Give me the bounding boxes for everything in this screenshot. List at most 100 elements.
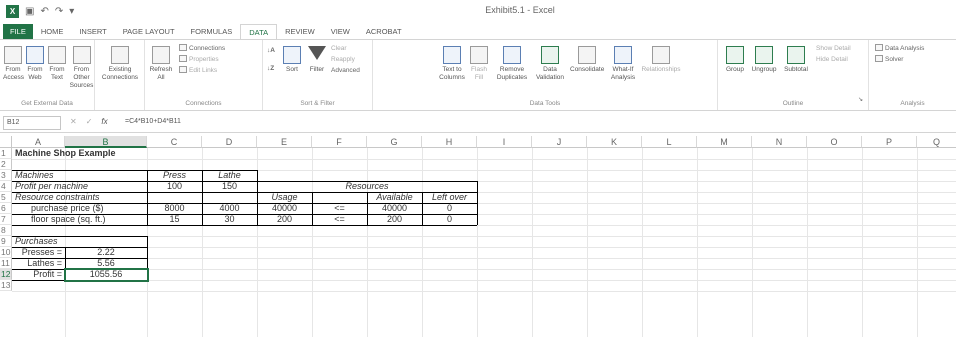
cell-h5[interactable]: Left over	[422, 192, 477, 203]
cell-b10[interactable]: 2.22	[65, 247, 147, 258]
tab-view[interactable]: VIEW	[323, 24, 358, 40]
tab-formulas[interactable]: FORMULAS	[183, 24, 241, 40]
cell-a6[interactable]: purchase price ($)	[31, 203, 104, 214]
hide-detail-button[interactable]: Hide Detail	[816, 55, 848, 64]
advanced-button[interactable]: Advanced	[331, 66, 360, 75]
worksheet-grid[interactable]: A B C D E F G H I J K L M N O P Q 1 2 3 …	[0, 136, 956, 337]
filter-button[interactable]: Filter	[306, 46, 328, 74]
column-header-p[interactable]: P	[862, 136, 917, 148]
sort-button[interactable]: Sort	[281, 46, 303, 74]
connections-button[interactable]: Connections	[179, 44, 225, 53]
tab-home[interactable]: HOME	[33, 24, 72, 40]
column-header-m[interactable]: M	[697, 136, 752, 148]
tab-insert[interactable]: INSERT	[71, 24, 114, 40]
row-header-5[interactable]: 5	[0, 192, 12, 203]
cell-f4[interactable]: Resources	[312, 181, 422, 192]
from-web-button[interactable]: From Web	[25, 46, 45, 82]
relationships-button[interactable]: Relationships	[641, 46, 681, 74]
sort-az-icon[interactable]: ↓A	[267, 46, 275, 55]
cell-a7[interactable]: floor space (sq. ft.)	[31, 214, 106, 225]
cell-a10[interactable]: Presses =	[12, 247, 65, 258]
row-header-1[interactable]: 1	[0, 148, 12, 159]
remove-duplicates-button[interactable]: Remove Duplicates	[493, 46, 531, 82]
ungroup-button[interactable]: Ungroup	[749, 46, 779, 74]
row-header-12[interactable]: 12	[0, 269, 12, 280]
save-icon[interactable]: ▣	[25, 6, 34, 17]
data-validation-button[interactable]: Data Validation	[533, 46, 567, 82]
row-header-9[interactable]: 9	[0, 236, 12, 247]
from-other-sources-button[interactable]: From Other Sources	[68, 46, 95, 90]
select-all-corner[interactable]	[0, 136, 12, 148]
column-header-j[interactable]: J	[532, 136, 587, 148]
redo-icon[interactable]: ↷	[55, 6, 63, 17]
cell-d7[interactable]: 30	[202, 214, 257, 225]
name-box[interactable]: B12	[3, 116, 61, 130]
enter-icon[interactable]: ✓	[86, 117, 93, 126]
cell-h6[interactable]: 0	[422, 203, 477, 214]
cell-c3[interactable]: Press	[147, 170, 202, 181]
row-header-7[interactable]: 7	[0, 214, 12, 225]
clear-button[interactable]: Clear	[331, 44, 347, 53]
cell-c4[interactable]: 100	[147, 181, 202, 192]
column-header-o[interactable]: O	[807, 136, 862, 148]
row-header-4[interactable]: 4	[0, 181, 12, 192]
cell-d6[interactable]: 4000	[202, 203, 257, 214]
text-to-columns-button[interactable]: Text to Columns	[437, 46, 467, 82]
row-header-8[interactable]: 8	[0, 225, 12, 236]
row-header-13[interactable]: 13	[0, 280, 12, 291]
from-access-button[interactable]: From Access	[3, 46, 24, 82]
cell-d3[interactable]: Lathe	[202, 170, 257, 181]
insert-function-icon[interactable]: fx	[101, 117, 107, 126]
cell-e5[interactable]: Usage	[257, 192, 312, 203]
flash-fill-button[interactable]: Flash Fill	[469, 46, 489, 82]
cell-g7[interactable]: 200	[367, 214, 422, 225]
cell-c6[interactable]: 8000	[147, 203, 202, 214]
consolidate-button[interactable]: Consolidate	[570, 46, 604, 74]
subtotal-button[interactable]: Subtotal	[781, 46, 811, 74]
cell-g5[interactable]: Available	[367, 192, 422, 203]
cell-a1[interactable]: Machine Shop Example	[15, 148, 116, 159]
column-header-q[interactable]: Q	[917, 136, 956, 148]
row-header-2[interactable]: 2	[0, 159, 12, 170]
cell-c7[interactable]: 15	[147, 214, 202, 225]
tab-file[interactable]: FILE	[3, 24, 33, 40]
cell-a5[interactable]: Resource constraints	[15, 192, 100, 203]
cell-h7[interactable]: 0	[422, 214, 477, 225]
reapply-button[interactable]: Reapply	[331, 55, 355, 64]
cell-e7[interactable]: 200	[257, 214, 312, 225]
cell-f6[interactable]: <=	[312, 203, 367, 214]
column-header-g[interactable]: G	[367, 136, 422, 148]
cell-a4[interactable]: Profit per machine	[15, 181, 88, 192]
row-header-10[interactable]: 10	[0, 247, 12, 258]
undo-icon[interactable]: ↶	[40, 6, 48, 17]
from-text-button[interactable]: From Text	[47, 46, 67, 82]
column-header-i[interactable]: I	[477, 136, 532, 148]
column-header-b[interactable]: B	[65, 136, 147, 148]
column-header-h[interactable]: H	[422, 136, 477, 148]
column-header-d[interactable]: D	[202, 136, 257, 148]
what-if-analysis-button[interactable]: What-If Analysis	[607, 46, 639, 82]
tab-acrobat[interactable]: ACROBAT	[358, 24, 410, 40]
sort-za-icon[interactable]: ↓Z	[267, 64, 274, 73]
column-header-f[interactable]: F	[312, 136, 367, 148]
data-analysis-button[interactable]: Data Analysis	[875, 44, 924, 53]
cell-a12[interactable]: Profit =	[12, 269, 65, 280]
cell-f7[interactable]: <=	[312, 214, 367, 225]
edit-links-button[interactable]: Edit Links	[179, 66, 217, 75]
column-header-a[interactable]: A	[12, 136, 65, 148]
row-header-3[interactable]: 3	[0, 170, 12, 181]
group-button[interactable]: Group	[723, 46, 747, 74]
solver-button[interactable]: Solver	[875, 55, 903, 64]
cell-g6[interactable]: 40000	[367, 203, 422, 214]
properties-button[interactable]: Properties	[179, 55, 219, 64]
cell-a11[interactable]: Lathes =	[12, 258, 65, 269]
show-detail-button[interactable]: Show Detail	[816, 44, 851, 53]
tab-page-layout[interactable]: PAGE LAYOUT	[115, 24, 183, 40]
column-header-c[interactable]: C	[147, 136, 202, 148]
cell-a3[interactable]: Machines	[15, 170, 54, 181]
column-header-n[interactable]: N	[752, 136, 807, 148]
formula-input[interactable]: =C4*B10+D4*B11	[125, 118, 181, 125]
row-header-11[interactable]: 11	[0, 258, 12, 269]
cell-e6[interactable]: 40000	[257, 203, 312, 214]
cell-d4[interactable]: 150	[202, 181, 257, 192]
